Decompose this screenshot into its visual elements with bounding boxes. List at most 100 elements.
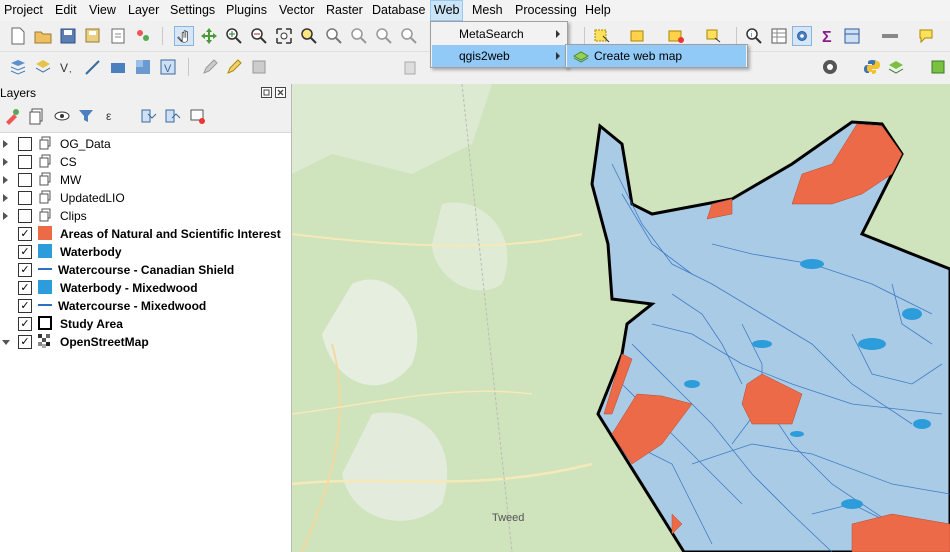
deselect-icon[interactable]: [666, 26, 686, 46]
gps-tracking-icon[interactable]: [820, 57, 840, 77]
save-project-icon[interactable]: [58, 26, 78, 46]
close-panel-icon[interactable]: [275, 87, 286, 98]
layer-checkbox[interactable]: [18, 137, 32, 151]
menu-item-create-web-map[interactable]: Create web map: [567, 45, 746, 67]
attribute-table-icon[interactable]: [769, 26, 789, 46]
float-panel-icon[interactable]: [261, 87, 272, 98]
print-layout-icon[interactable]: [108, 26, 128, 46]
layer-row-waterbody[interactable]: ✓ Waterbody: [0, 243, 291, 261]
menu-project[interactable]: Project: [1, 0, 46, 21]
layer-checkbox-checked[interactable]: ✓: [18, 317, 32, 331]
menu-plugins[interactable]: Plugins: [223, 0, 270, 21]
menu-help[interactable]: Help: [582, 0, 614, 21]
filter-expression-icon[interactable]: ε: [103, 106, 123, 126]
layer-row-study-area[interactable]: ✓ Study Area: [0, 315, 291, 333]
expand-arrow-icon[interactable]: [3, 158, 8, 166]
statistics-sum-icon[interactable]: Σ: [818, 26, 838, 46]
map-canvas[interactable]: Tweed: [292, 84, 950, 552]
python-console-icon[interactable]: [862, 57, 882, 77]
layer-row-clips[interactable]: Clips: [0, 207, 291, 225]
layer-checkbox-checked[interactable]: ✓: [18, 281, 32, 295]
manage-visibility-icon[interactable]: [52, 106, 72, 126]
new-project-icon[interactable]: [8, 26, 28, 46]
data-source-manager-icon[interactable]: [8, 57, 28, 77]
select-features-icon[interactable]: [592, 26, 612, 46]
pan-to-selection-icon[interactable]: [199, 26, 219, 46]
add-wms-icon[interactable]: [108, 57, 128, 77]
open-project-icon[interactable]: [33, 26, 53, 46]
layer-row-openstreetmap[interactable]: ✓ OpenStreetMap: [0, 333, 291, 351]
menu-database[interactable]: Database: [369, 0, 429, 21]
expand-arrow-icon[interactable]: [3, 140, 8, 148]
add-delimited-text-icon[interactable]: V,: [58, 57, 78, 77]
menu-view[interactable]: View: [86, 0, 119, 21]
layer-checkbox[interactable]: [18, 209, 32, 223]
save-edits-icon[interactable]: [249, 57, 269, 77]
menu-processing[interactable]: Processing: [512, 0, 580, 21]
delete-selected-icon[interactable]: [400, 57, 420, 77]
zoom-full-icon[interactable]: [274, 26, 294, 46]
select-location-icon[interactable]: [703, 26, 723, 46]
collapse-arrow-icon[interactable]: [2, 340, 10, 345]
field-calculator-icon[interactable]: [842, 26, 862, 46]
expand-all-icon[interactable]: [138, 106, 158, 126]
layer-checkbox[interactable]: [18, 155, 32, 169]
style-manager-icon[interactable]: [133, 26, 153, 46]
pencil-icon[interactable]: [224, 57, 244, 77]
layer-row-waterbody-mw[interactable]: ✓ Waterbody - Mixedwood: [0, 279, 291, 297]
measure-line-icon[interactable]: [880, 26, 900, 46]
layer-styling-icon[interactable]: [2, 106, 22, 126]
layer-checkbox[interactable]: [18, 173, 32, 187]
menu-mesh[interactable]: Mesh: [469, 0, 506, 21]
menu-edit[interactable]: Edit: [52, 0, 80, 21]
menu-item-metasearch[interactable]: MetaSearch: [432, 23, 566, 45]
layer-row-mw[interactable]: MW: [0, 171, 291, 189]
layer-checkbox-checked[interactable]: ✓: [18, 263, 32, 277]
select-by-value-icon[interactable]: [628, 26, 648, 46]
menu-layer[interactable]: Layer: [125, 0, 162, 21]
layer-checkbox-checked[interactable]: ✓: [18, 299, 32, 313]
zoom-next-icon[interactable]: [399, 26, 419, 46]
layer-row-asni[interactable]: ✓ Areas of Natural and Scientific Intere…: [0, 225, 291, 243]
annotation-icon[interactable]: [917, 26, 937, 46]
zoom-last-icon[interactable]: [374, 26, 394, 46]
add-virtual-layer-icon[interactable]: V: [158, 57, 178, 77]
layer-row-watercourse-cs[interactable]: ✓ Watercourse - Canadian Shield: [0, 261, 291, 279]
plugin-layers-icon[interactable]: [886, 57, 906, 77]
collapse-all-icon[interactable]: [162, 106, 182, 126]
expand-arrow-icon[interactable]: [3, 176, 8, 184]
zoom-layer-icon[interactable]: [324, 26, 344, 46]
layer-checkbox-checked[interactable]: ✓: [18, 335, 32, 349]
map-render[interactable]: Tweed: [292, 84, 950, 552]
expand-arrow-icon[interactable]: [3, 194, 8, 202]
pan-map-icon[interactable]: [174, 26, 194, 46]
layer-row-updatedlio[interactable]: UpdatedLIO: [0, 189, 291, 207]
layer-row-og-data[interactable]: OG_Data: [0, 135, 291, 153]
identify-icon[interactable]: i: [744, 26, 764, 46]
settings-icon[interactable]: [792, 26, 812, 46]
layer-checkbox[interactable]: [18, 191, 32, 205]
layer-row-cs[interactable]: CS: [0, 153, 291, 171]
add-group-icon[interactable]: [27, 106, 47, 126]
filter-legend-icon[interactable]: [76, 106, 96, 126]
layer-checkbox-checked[interactable]: ✓: [18, 227, 32, 241]
toggle-editing-icon[interactable]: [200, 57, 220, 77]
toolbar-extra-icon[interactable]: [928, 57, 948, 77]
zoom-selection-icon[interactable]: [299, 26, 319, 46]
save-as-icon[interactable]: [83, 26, 103, 46]
zoom-out-icon[interactable]: [249, 26, 269, 46]
layer-row-watercourse-mw[interactable]: ✓ Watercourse - Mixedwood: [0, 297, 291, 315]
layer-checkbox-checked[interactable]: ✓: [18, 245, 32, 259]
zoom-native-icon[interactable]: [349, 26, 369, 46]
add-raster-icon[interactable]: [133, 57, 153, 77]
menu-item-qgis2web[interactable]: qgis2web: [432, 45, 566, 67]
menu-web[interactable]: Web: [430, 0, 464, 21]
menu-settings[interactable]: Settings: [167, 0, 218, 21]
menu-raster[interactable]: Raster: [323, 0, 366, 21]
remove-layer-icon[interactable]: [187, 106, 207, 126]
add-vector-layer-icon[interactable]: [33, 57, 53, 77]
expand-arrow-icon[interactable]: [3, 212, 8, 220]
menu-vector[interactable]: Vector: [276, 0, 317, 21]
zoom-in-icon[interactable]: [224, 26, 244, 46]
digitize-icon[interactable]: [83, 57, 103, 77]
